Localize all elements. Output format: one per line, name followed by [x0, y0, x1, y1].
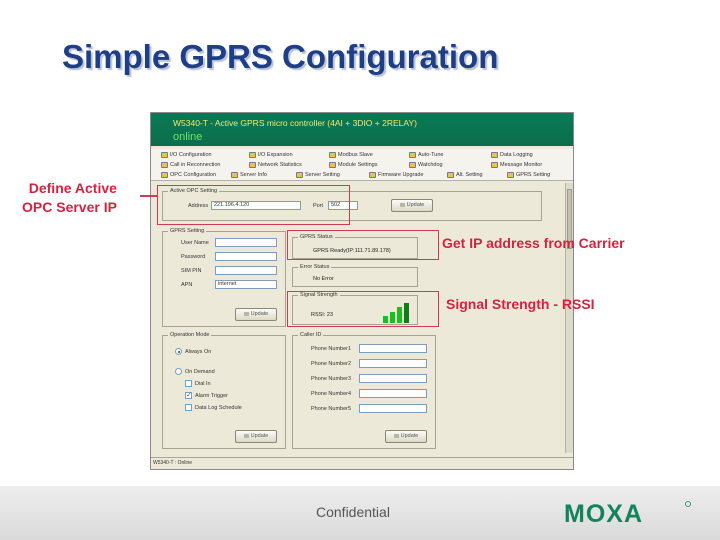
rssi-callout-label: Signal Strength - RSSI — [446, 296, 595, 312]
update-icon — [243, 311, 249, 316]
gprs-setting-group: GPRS Setting User Name Password SIM PIN … — [162, 228, 286, 327]
on-demand-label: On Demand — [185, 369, 215, 375]
opc-callout-label: Define Active OPC Server IP — [22, 180, 117, 215]
error-status-value: No Error — [313, 276, 334, 282]
tune-icon — [409, 152, 416, 158]
nav-opc-configuration[interactable]: OPC Configuration — [161, 172, 216, 178]
status-bar-text: W5340-T : Online — [153, 460, 193, 466]
carrier-callout-label: Get IP address from Carrier — [442, 235, 625, 251]
caller-id-group: Caller ID Phone Number1 Phone Number2 Ph… — [292, 332, 436, 449]
nav-modbus-slave[interactable]: Modbus Slave — [329, 152, 373, 158]
moxa-logo: MOXA — [564, 500, 691, 526]
footer-confidential: Confidential — [316, 504, 390, 520]
opc-callout-box — [157, 185, 350, 225]
phone-number-3-input[interactable] — [359, 374, 427, 383]
sim-pin-label: SIM PIN — [181, 268, 202, 274]
nav-server-setting[interactable]: Server Setting — [296, 172, 340, 178]
network-icon — [249, 162, 256, 168]
error-status-title: Error Status — [298, 264, 332, 270]
phone-number-4-input[interactable] — [359, 389, 427, 398]
apn-input[interactable]: internet — [215, 280, 277, 289]
nav-alt-setting[interactable]: Alt. Setting — [447, 172, 483, 178]
data-log-schedule-checkbox[interactable] — [185, 404, 192, 411]
monitor-icon — [491, 162, 498, 168]
operation-update-button[interactable]: Update — [235, 430, 277, 443]
firmware-icon — [369, 172, 376, 178]
nav-server-info[interactable]: Server Info — [231, 172, 267, 178]
alt-icon — [447, 172, 454, 178]
nav-gprs-setting[interactable]: GPRS Setting — [507, 172, 550, 178]
phone-number-2-input[interactable] — [359, 359, 427, 368]
expansion-icon — [249, 152, 256, 158]
dial-in-label: Dial In — [195, 381, 211, 387]
moxa-logo-text: MOXA — [564, 500, 643, 526]
opc-callout-line — [140, 195, 158, 197]
nav-call-in-reconnection[interactable]: Call in Reconnection — [161, 162, 220, 168]
caller-id-update-button[interactable]: Update — [385, 430, 427, 443]
phone-number-5-label: Phone Number5 — [311, 406, 352, 412]
nav-watchdog[interactable]: Watchdog — [409, 162, 443, 168]
caller-id-title: Caller ID — [298, 332, 324, 338]
app-header: W5340-T - Active GPRS micro controller (… — [151, 113, 573, 146]
phone-number-4-label: Phone Number4 — [311, 391, 352, 397]
opc-icon — [161, 172, 168, 178]
dial-in-checkbox[interactable] — [185, 380, 192, 387]
nav-module-settings[interactable]: Module Settings — [329, 162, 377, 168]
connection-status: online — [173, 131, 203, 143]
logging-icon — [491, 152, 498, 158]
module-icon — [329, 162, 336, 168]
nav-io-configuration[interactable]: I/O Configuration — [161, 152, 212, 158]
carrier-callout-box — [287, 230, 439, 260]
always-on-radio[interactable] — [175, 348, 182, 355]
slide-title: Simple GPRS Configuration — [62, 38, 499, 75]
vertical-scrollbar[interactable] — [565, 183, 573, 453]
app-title: W5340-T - Active GPRS micro controller (… — [173, 118, 417, 128]
phone-number-2-label: Phone Number2 — [311, 361, 352, 367]
phone-number-5-input[interactable] — [359, 404, 427, 413]
password-input[interactable] — [215, 252, 277, 261]
gprs-icon — [507, 172, 514, 178]
opc-update-button[interactable]: Update — [391, 199, 433, 212]
operation-mode-title: Operation Mode — [168, 332, 212, 338]
alarm-trigger-checkbox[interactable] — [185, 391, 192, 399]
update-icon — [399, 202, 405, 207]
alarm-trigger-label: Alarm Trigger — [195, 393, 229, 399]
io-icon — [161, 152, 168, 158]
server-icon — [231, 172, 238, 178]
rssi-callout-box — [287, 291, 439, 327]
on-demand-radio[interactable] — [175, 368, 182, 375]
nav-firmware-upgrade[interactable]: Firmware Upgrade — [369, 172, 424, 178]
phone-number-1-input[interactable] — [359, 344, 427, 353]
password-label: Password — [181, 254, 206, 260]
call-icon — [161, 162, 168, 168]
phone-number-1-label: Phone Number1 — [311, 346, 352, 352]
nav-auto-tune[interactable]: Auto-Tune — [409, 152, 443, 158]
apn-label: APN — [181, 282, 193, 288]
nav-io-expansion[interactable]: I/O Expansion — [249, 152, 293, 158]
always-on-label: Always On — [185, 349, 212, 355]
app-status-bar: W5340-T : Online — [151, 457, 573, 469]
username-input[interactable] — [215, 238, 277, 247]
modbus-icon — [329, 152, 336, 158]
operation-mode-group: Operation Mode Always On On Demand Dial … — [162, 332, 286, 449]
sim-pin-input[interactable] — [215, 266, 277, 275]
server-setting-icon — [296, 172, 303, 178]
update-icon — [393, 433, 399, 438]
nav-message-monitor[interactable]: Message Monitor — [491, 162, 542, 168]
gprs-update-button[interactable]: Update — [235, 308, 277, 321]
phone-number-3-label: Phone Number3 — [311, 376, 352, 382]
error-status-group: Error Status No Error — [292, 264, 418, 287]
registered-mark-icon — [685, 501, 691, 507]
gprs-setting-title: GPRS Setting — [168, 228, 207, 234]
data-log-schedule-label: Data Log Schedule — [195, 405, 242, 411]
function-toolbar: I/O Configuration I/O Expansion Modbus S… — [151, 149, 573, 181]
update-icon — [243, 433, 249, 438]
watchdog-icon — [409, 162, 416, 168]
nav-data-logging[interactable]: Data Logging — [491, 152, 533, 158]
username-label: User Name — [181, 240, 209, 246]
nav-network-statistics[interactable]: Network Statistics — [249, 162, 302, 168]
